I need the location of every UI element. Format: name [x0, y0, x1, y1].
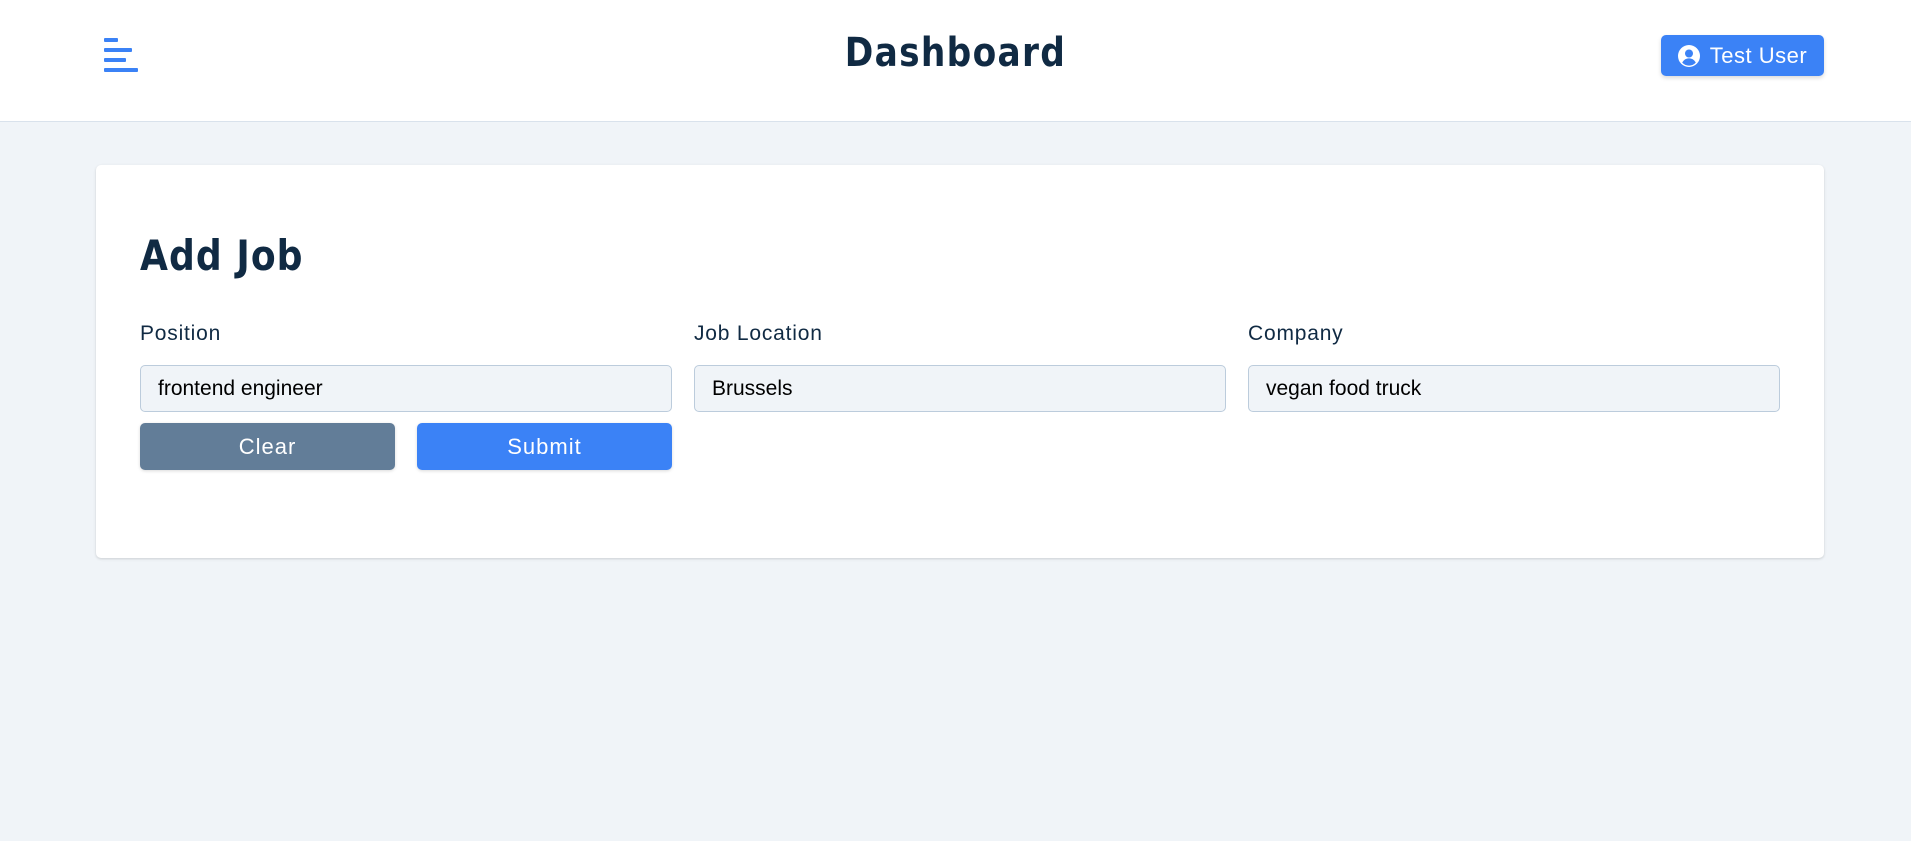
- user-circle-icon: [1677, 44, 1700, 67]
- add-job-form: Add Job Position Job Location Company Cl…: [96, 165, 1824, 558]
- user-menu-button[interactable]: Test User: [1661, 35, 1824, 76]
- job-location-label: Job Location: [694, 322, 823, 345]
- page-title: Dashboard: [844, 30, 1067, 76]
- company-label: Company: [1248, 322, 1344, 345]
- job-location-input[interactable]: [694, 365, 1226, 412]
- position-label: Position: [140, 322, 222, 345]
- user-name: Test User: [1709, 42, 1808, 68]
- company-input[interactable]: [1248, 365, 1780, 412]
- form-title: Add Job: [140, 231, 304, 280]
- submit-button[interactable]: Submit: [417, 423, 672, 470]
- position-input[interactable]: [140, 365, 672, 412]
- clear-button[interactable]: Clear: [140, 423, 395, 470]
- navbar: Dashboard Test User: [0, 0, 1911, 122]
